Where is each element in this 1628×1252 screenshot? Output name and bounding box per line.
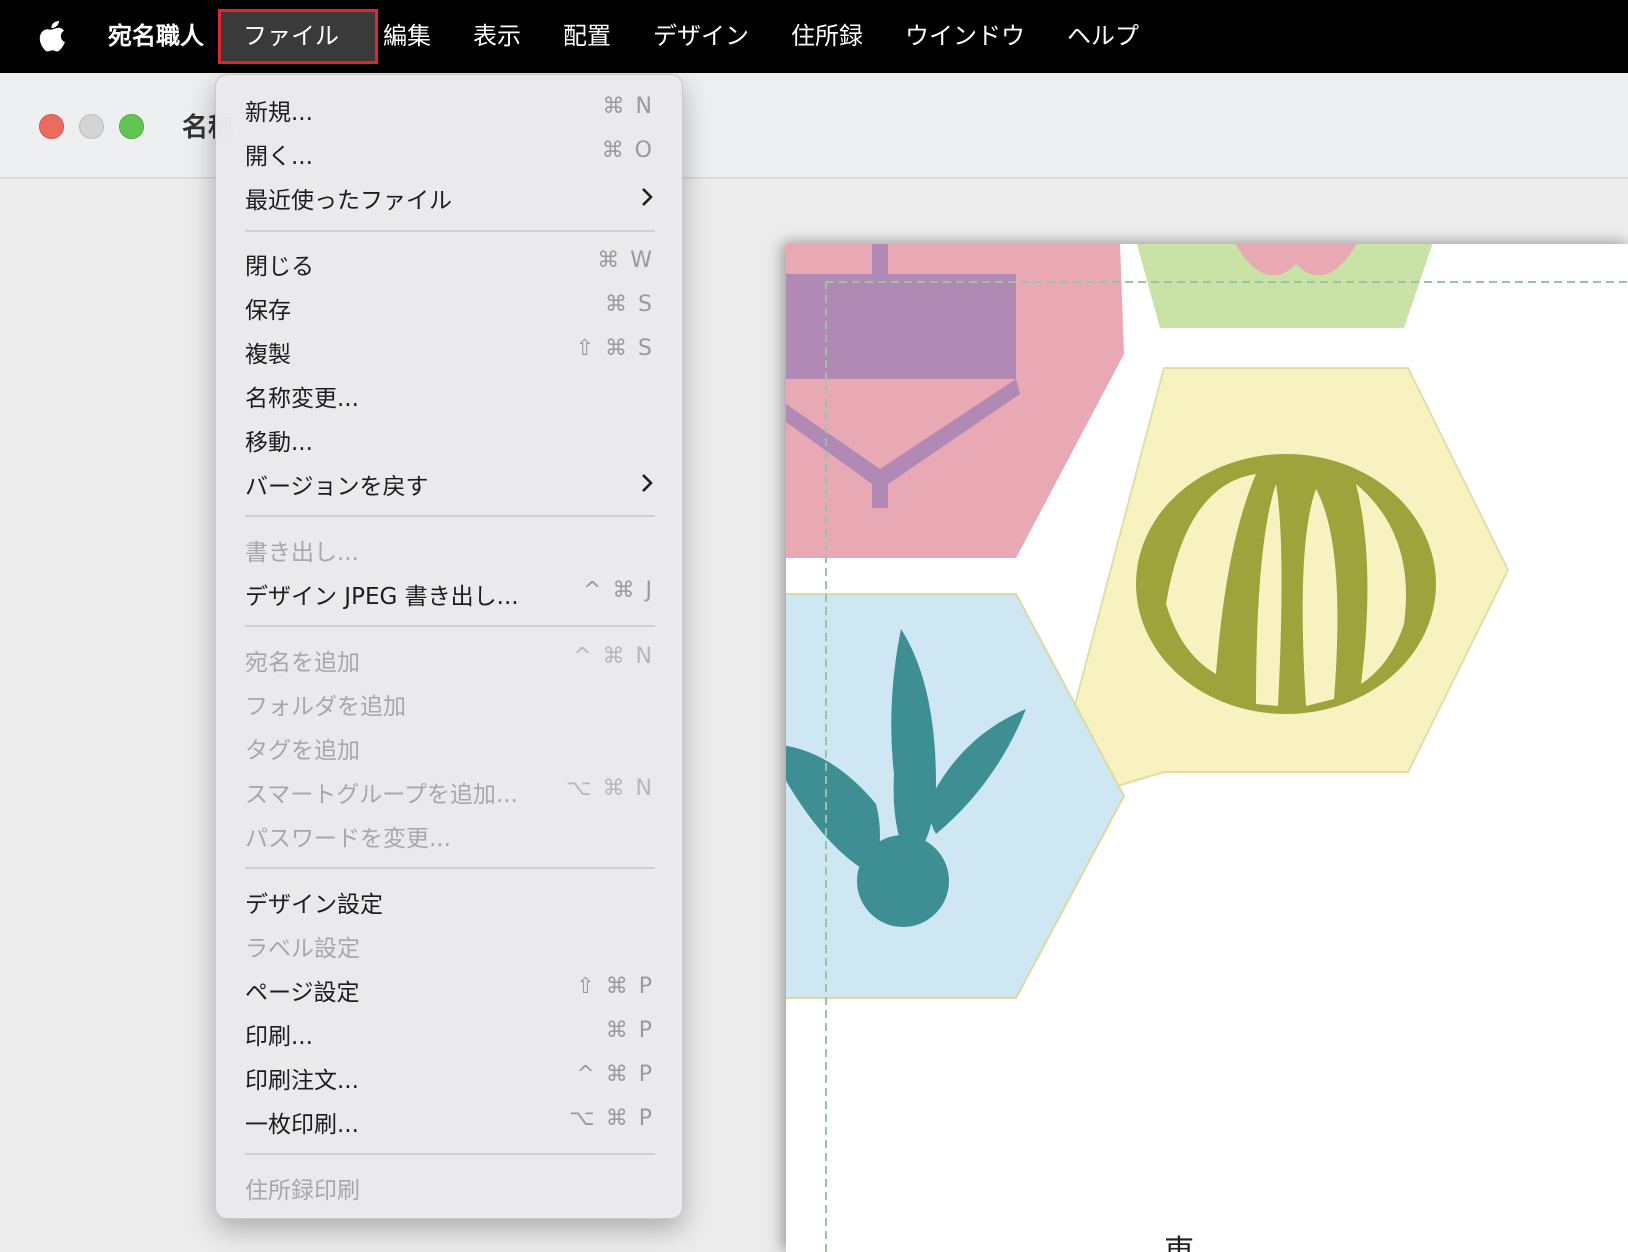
menubar-item-help[interactable]: ヘルプ bbox=[1067, 0, 1139, 73]
menu-item-revert-version[interactable]: バージョンを戻す bbox=[216, 461, 682, 505]
menu-item-label: バージョンを戻す bbox=[245, 474, 429, 500]
menu-item-design-settings[interactable]: デザイン設定 bbox=[216, 879, 682, 923]
menu-item-print-single[interactable]: 一枚印刷... ⌥ ⌘ P bbox=[216, 1099, 682, 1143]
menu-item-label: 開く... bbox=[245, 144, 313, 170]
menubar-item-edit[interactable]: 編集 bbox=[383, 0, 431, 73]
menu-item-open[interactable]: 開く... ⌘ O bbox=[216, 131, 682, 175]
menu-item-rename[interactable]: 名称変更... bbox=[216, 373, 682, 417]
menu-item-label: 新規... bbox=[245, 100, 313, 126]
menu-item-shortcut: ⇧ ⌘ P bbox=[576, 974, 654, 999]
postcard-preview[interactable]: 東 bbox=[786, 244, 1628, 1252]
menu-item-shortcut: ⌥ ⌘ P bbox=[569, 1106, 654, 1131]
apple-icon[interactable] bbox=[38, 18, 68, 54]
menu-item-duplicate[interactable]: 複製 ⇧ ⌘ S bbox=[216, 329, 682, 373]
window-minimize-button[interactable] bbox=[79, 114, 104, 139]
menubar-item-window[interactable]: ウインドウ bbox=[905, 0, 1025, 73]
menu-item-label: ページ設定 bbox=[245, 980, 360, 1006]
menu-separator bbox=[245, 1153, 655, 1155]
chevron-right-icon bbox=[642, 474, 653, 492]
menu-item-export: 書き出し... bbox=[216, 527, 682, 571]
menu-item-change-password: パスワードを変更... bbox=[216, 813, 682, 857]
menu-item-export-jpeg[interactable]: デザイン JPEG 書き出し... ^ ⌘ J bbox=[216, 571, 682, 615]
menu-item-print-address-book: 住所録印刷 bbox=[216, 1165, 682, 1209]
menubar-item-design[interactable]: デザイン bbox=[653, 0, 749, 73]
menu-item-shortcut: ⌘ S bbox=[605, 292, 654, 317]
menu-item-page-setup[interactable]: ページ設定 ⇧ ⌘ P bbox=[216, 967, 682, 1011]
menu-item-add-tag: タグを追加 bbox=[216, 725, 682, 769]
menu-item-label: 名称変更... bbox=[245, 386, 359, 412]
melon-crest-icon bbox=[1136, 454, 1436, 714]
menubar-item-view[interactable]: 表示 bbox=[473, 0, 521, 73]
menu-item-save[interactable]: 保存 ⌘ S bbox=[216, 285, 682, 329]
menu-item-label: ラベル設定 bbox=[245, 936, 360, 962]
menu-bar: 宛名職人 ファイル 編集 表示 配置 デザイン 住所録 ウインドウ ヘルプ bbox=[0, 0, 1628, 73]
menu-item-shortcut: ^ ⌘ N bbox=[573, 644, 654, 669]
menu-item-label: 印刷... bbox=[245, 1024, 313, 1050]
menu-item-shortcut: ⌘ P bbox=[605, 1018, 654, 1043]
menu-item-add-smart-group: スマートグループを追加... ⌥ ⌘ N bbox=[216, 769, 682, 813]
menu-separator bbox=[245, 515, 655, 517]
menu-item-label: デザイン JPEG 書き出し... bbox=[245, 584, 519, 610]
menu-item-move[interactable]: 移動... bbox=[216, 417, 682, 461]
window-close-button[interactable] bbox=[39, 114, 64, 139]
menu-item-label: タグを追加 bbox=[245, 738, 360, 764]
menu-item-print[interactable]: 印刷... ⌘ P bbox=[216, 1011, 682, 1055]
menu-item-recent-files[interactable]: 最近使ったファイル bbox=[216, 175, 682, 219]
menu-item-label: フォルダを追加 bbox=[245, 694, 406, 720]
menu-item-label: 保存 bbox=[245, 298, 291, 324]
menu-item-shortcut: ⌘ W bbox=[597, 248, 654, 273]
menu-item-label: 書き出し... bbox=[245, 540, 359, 566]
menu-item-new[interactable]: 新規... ⌘ N bbox=[216, 87, 682, 131]
menubar-item-address-book[interactable]: 住所録 bbox=[791, 0, 863, 73]
menu-separator bbox=[245, 625, 655, 627]
menu-item-shortcut: ^ ⌘ J bbox=[583, 578, 654, 603]
menu-separator bbox=[245, 230, 655, 232]
file-menu: 新規... ⌘ N 開く... ⌘ O 最近使ったファイル 閉じる ⌘ W 保存… bbox=[215, 74, 683, 1219]
menu-item-label-settings: ラベル設定 bbox=[216, 923, 682, 967]
chevron-right-icon bbox=[642, 188, 653, 206]
postcard-design bbox=[786, 244, 1628, 1252]
menu-item-shortcut: ⌥ ⌘ N bbox=[566, 776, 654, 801]
menu-item-add-folder: フォルダを追加 bbox=[216, 681, 682, 725]
menubar-item-file[interactable]: ファイル bbox=[218, 9, 378, 64]
menu-separator bbox=[245, 867, 655, 869]
menu-item-label: スマートグループを追加... bbox=[245, 782, 518, 808]
menu-item-print-order[interactable]: 印刷注文... ^ ⌘ P bbox=[216, 1055, 682, 1099]
menu-item-label: 一枚印刷... bbox=[245, 1112, 359, 1138]
menu-item-shortcut: ⌘ N bbox=[602, 94, 654, 119]
menu-item-close[interactable]: 閉じる ⌘ W bbox=[216, 241, 682, 285]
menubar-app-name[interactable]: 宛名職人 bbox=[108, 0, 204, 73]
address-text-fragment: 東 bbox=[1164, 1234, 1194, 1252]
menu-item-label: 印刷注文... bbox=[245, 1068, 359, 1094]
menu-item-label: 移動... bbox=[245, 430, 313, 456]
menu-item-label: デザイン設定 bbox=[245, 892, 383, 918]
menu-item-shortcut: ^ ⌘ P bbox=[576, 1062, 654, 1087]
menu-item-label: 閉じる bbox=[245, 254, 314, 280]
menu-item-label: 住所録印刷 bbox=[245, 1178, 360, 1204]
menubar-item-arrange[interactable]: 配置 bbox=[563, 0, 611, 73]
menu-item-label: 複製 bbox=[245, 342, 291, 368]
window-zoom-button[interactable] bbox=[119, 114, 144, 139]
menu-item-label: 宛名を追加 bbox=[245, 650, 360, 676]
menu-item-shortcut: ⇧ ⌘ S bbox=[575, 336, 654, 361]
menu-item-add-address: 宛名を追加 ^ ⌘ N bbox=[216, 637, 682, 681]
menu-item-label: 最近使ったファイル bbox=[245, 188, 452, 214]
menu-item-shortcut: ⌘ O bbox=[601, 138, 654, 163]
menu-item-label: パスワードを変更... bbox=[245, 826, 451, 852]
